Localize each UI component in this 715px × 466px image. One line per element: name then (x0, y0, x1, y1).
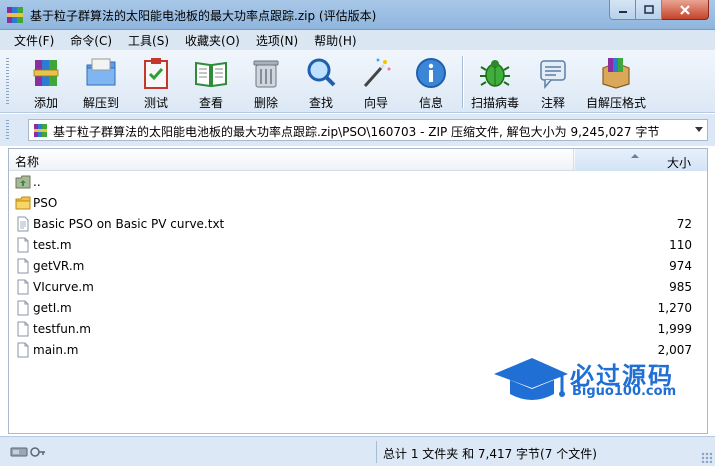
status-summary: 总计 1 文件夹 和 7,417 字节(7 个文件) (383, 447, 597, 461)
toolbar-grip[interactable] (6, 58, 9, 106)
file-name: VIcurve.m (33, 280, 94, 294)
maximize-icon (643, 4, 654, 14)
file-row[interactable]: PSO (9, 193, 707, 214)
status-bar: 总计 1 文件夹 和 7,417 字节(7 个文件) (0, 436, 715, 466)
file-row[interactable]: .. (9, 172, 707, 193)
file-name: main.m (33, 343, 79, 357)
menu-commands[interactable]: 命令(C) (62, 32, 120, 49)
toolbar: 添加 解压到 测试 查看 删除 查找 向导 信息 扫描病毒 注释 自解压格式 (0, 50, 715, 113)
comment-label: 注释 (540, 96, 565, 110)
file-icon (15, 237, 31, 253)
sfx-box-icon (602, 58, 630, 89)
file-size: 985 (669, 280, 692, 294)
address-bar: 基于粒子群算法的太阳能电池板的最大功率点跟踪.zip\PSO\160703 - … (0, 114, 715, 146)
minimize-button[interactable] (609, 0, 636, 20)
menu-file[interactable]: 文件(F) (6, 32, 62, 49)
magnifier-icon (307, 58, 336, 87)
open-book-icon (195, 61, 227, 88)
sfx-button[interactable]: 自解压格式 (586, 54, 646, 110)
file-name: getVR.m (33, 259, 85, 273)
virus-scan-button[interactable]: 扫描病毒 (469, 54, 521, 110)
file-name: testfun.m (33, 322, 91, 336)
folder-extract-icon (86, 58, 116, 86)
parent-folder-icon (15, 174, 31, 190)
minimize-icon (618, 10, 627, 13)
comment-button[interactable]: 注释 (527, 54, 579, 110)
menu-options[interactable]: 选项(N) (248, 32, 306, 49)
column-header-name[interactable]: 名称 (9, 149, 574, 171)
file-size: 1,999 (657, 322, 692, 336)
address-path: 基于粒子群算法的太阳能电池板的最大功率点跟踪.zip\PSO\160703 - … (53, 125, 660, 139)
maximize-button[interactable] (636, 0, 662, 20)
archive-icon (34, 124, 47, 137)
trash-can-icon (253, 60, 279, 88)
drive-key-icon[interactable] (10, 445, 46, 459)
clipboard-check-icon (144, 58, 168, 89)
column-name-label: 名称 (15, 155, 40, 169)
file-icon (15, 342, 31, 358)
text-file-icon (15, 216, 31, 232)
close-button[interactable] (662, 0, 709, 20)
column-size-label: 大小 (666, 156, 691, 170)
file-name: test.m (33, 238, 72, 252)
close-icon (680, 4, 690, 15)
column-header-size[interactable]: 大小 (575, 149, 707, 171)
file-size: 1,270 (657, 301, 692, 315)
file-icon (15, 258, 31, 274)
resize-grip[interactable] (701, 452, 712, 463)
menu-help[interactable]: 帮助(H) (306, 32, 364, 49)
file-row[interactable]: getVR.m 974 (9, 256, 707, 277)
comment-icon (540, 60, 566, 90)
file-icon (15, 321, 31, 337)
file-icon (15, 279, 31, 295)
file-name: PSO (33, 196, 58, 210)
window-title: 基于粒子群算法的太阳能电池板的最大功率点跟踪.zip (评估版本) (30, 9, 377, 23)
chevron-down-icon[interactable] (695, 127, 703, 132)
title-bar[interactable]: 基于粒子群算法的太阳能电池板的最大功率点跟踪.zip (评估版本) (0, 0, 715, 30)
info-button[interactable]: 信息 (405, 54, 457, 110)
file-name: Basic PSO on Basic PV curve.txt (33, 217, 225, 231)
file-name: .. (33, 175, 41, 189)
sfx-label: 自解压格式 (585, 96, 646, 110)
winrar-app-icon (7, 7, 23, 23)
menu-tools[interactable]: 工具(S) (120, 32, 177, 49)
graduation-cap-icon (494, 358, 568, 400)
address-field[interactable]: 基于粒子群算法的太阳能电池板的最大功率点跟踪.zip\PSO\160703 - … (28, 119, 708, 141)
file-size: 110 (669, 238, 692, 252)
magic-wand-icon (363, 58, 391, 87)
bug-icon (480, 60, 510, 87)
address-bar-grip[interactable] (6, 120, 9, 140)
watermark-logo: 必过源码 Biguo100.com (492, 354, 698, 408)
file-row[interactable]: testfun.m 1,999 (9, 319, 707, 340)
file-row[interactable]: VIcurve.m 985 (9, 277, 707, 298)
folder-icon (15, 195, 31, 211)
info-label: 信息 (418, 96, 443, 110)
file-row[interactable]: test.m 110 (9, 235, 707, 256)
list-header: 名称 大小 (9, 149, 707, 171)
file-row[interactable]: getI.m 1,270 (9, 298, 707, 319)
file-size: 974 (669, 259, 692, 273)
watermark-subtitle: Biguo100.com (572, 384, 677, 399)
sort-ascending-icon (631, 154, 639, 158)
file-row[interactable]: Basic PSO on Basic PV curve.txt 72 (9, 214, 707, 235)
menu-favorites[interactable]: 收藏夹(O) (177, 32, 248, 49)
status-divider (376, 441, 377, 463)
file-name: getI.m (33, 301, 72, 315)
file-icon (15, 300, 31, 316)
file-size: 72 (676, 217, 692, 231)
info-icon (416, 58, 446, 88)
menu-bar: 文件(F) 命令(C) 工具(S) 收藏夹(O) 选项(N) 帮助(H) (0, 30, 715, 50)
add-archive-icon (33, 60, 59, 86)
